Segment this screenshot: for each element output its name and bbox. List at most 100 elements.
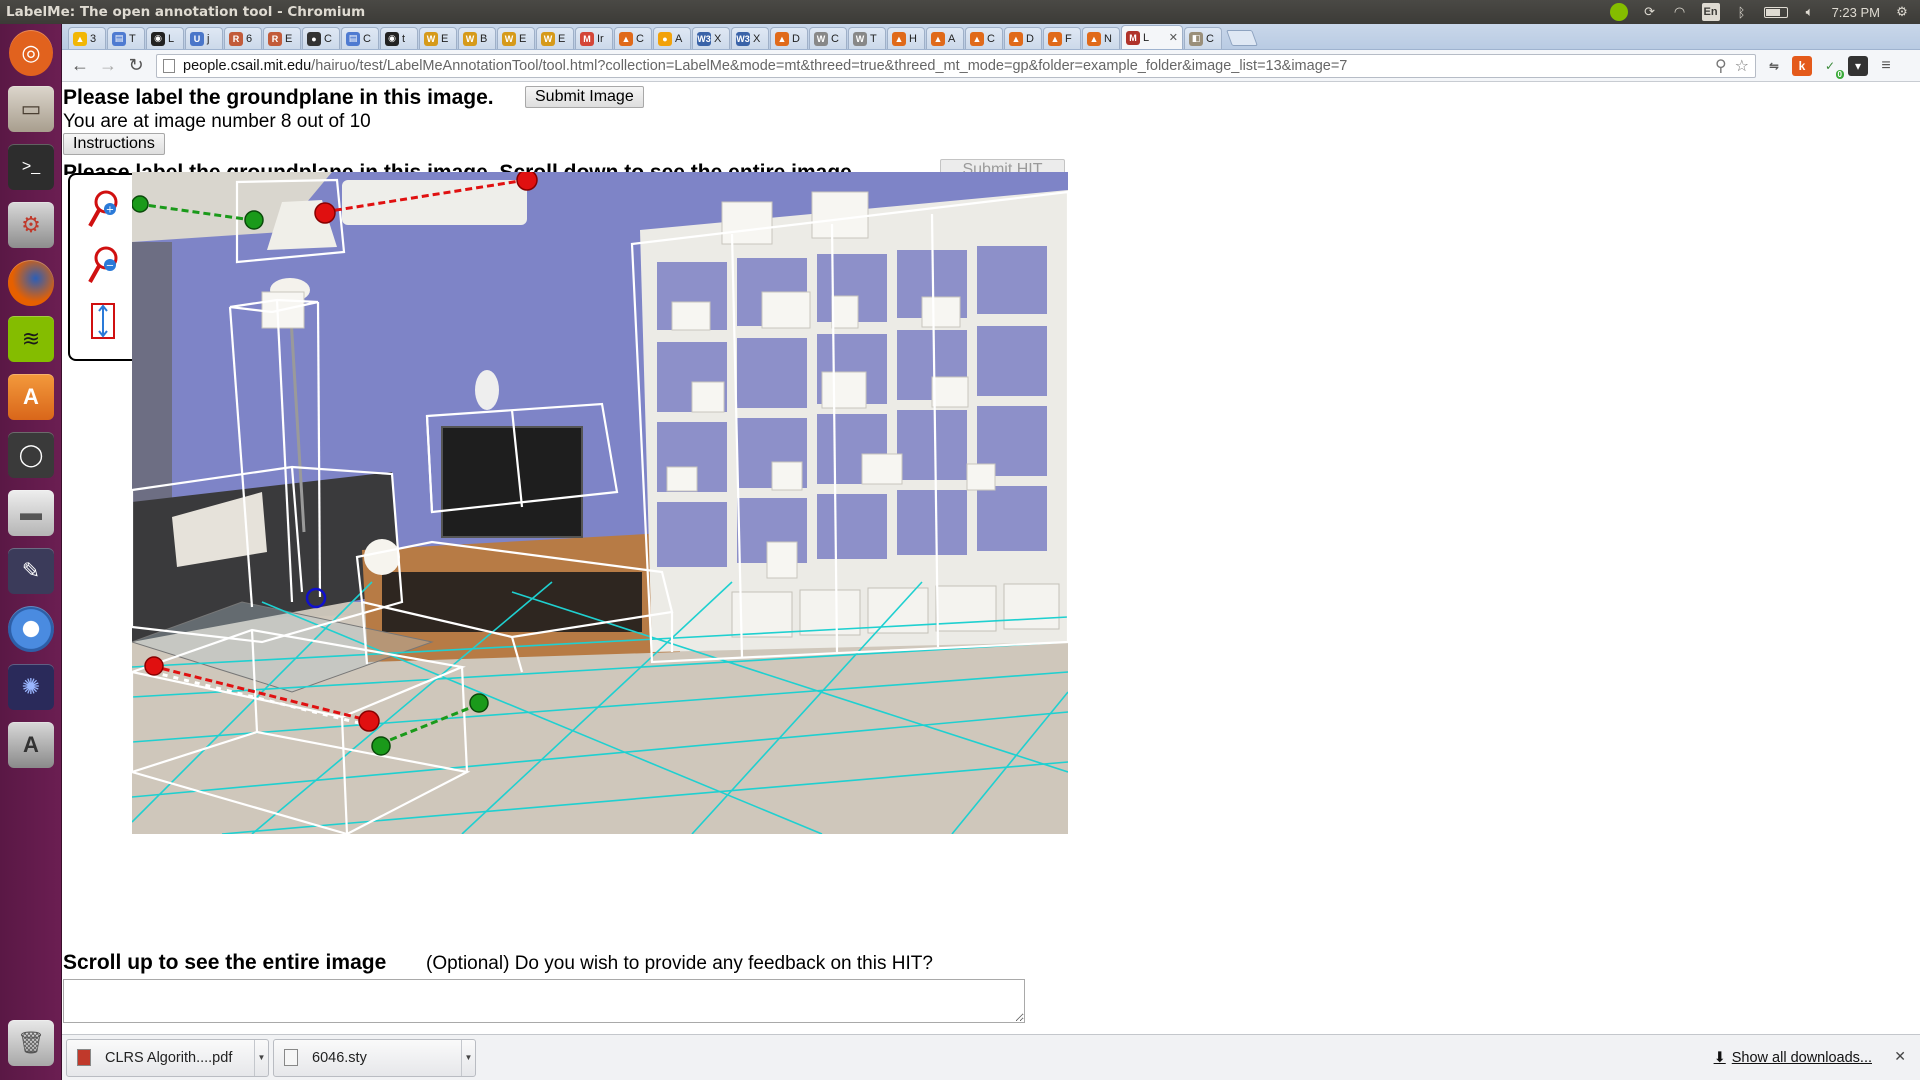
wifi-icon[interactable]: ◠ (1672, 3, 1688, 21)
browser-tab[interactable]: WT (848, 27, 886, 49)
instructions-button[interactable]: Instructions (63, 133, 165, 155)
extension-icon[interactable]: ⇋ (1764, 56, 1784, 76)
tab-favicon-icon: W (424, 31, 438, 46)
chrome-menu-icon[interactable]: ≡ (1876, 56, 1896, 76)
show-all-downloads-link[interactable]: ⬇ Show all downloads... (1714, 1050, 1872, 1066)
extension-badge-icon[interactable]: ✓ 0 (1820, 56, 1844, 79)
browser-tab[interactable]: ▲ D (770, 27, 808, 49)
keyboard-layout-indicator[interactable]: En (1701, 3, 1720, 21)
browser-tab[interactable]: ▤ C (341, 27, 379, 49)
download-item[interactable]: 6046.sty ▼ (273, 1038, 476, 1077)
battery-icon[interactable] (1763, 6, 1788, 18)
pocket-icon[interactable]: ▾ (1848, 55, 1868, 76)
bookmark-star-icon[interactable]: ☆ (1735, 56, 1749, 76)
browser-tab[interactable]: ▲ A (926, 27, 964, 49)
trash-icon[interactable]: 🗑︎ (8, 1020, 54, 1066)
feedback-textarea[interactable] (63, 979, 1025, 1023)
klout-extension-icon[interactable]: k (1792, 55, 1812, 76)
forward-arrow-icon[interactable]: → (94, 52, 122, 80)
zoom-in-icon[interactable]: + (84, 187, 122, 231)
chromium-icon[interactable] (8, 606, 54, 652)
zoom-out-icon[interactable]: − (84, 243, 122, 287)
browser-tab[interactable]: ▲ H (887, 27, 925, 49)
page-content: Please label the groundplane in this ima… (62, 82, 1920, 1034)
spotify-tray-icon[interactable] (1609, 3, 1628, 21)
browser-tab[interactable]: WC (809, 27, 847, 49)
red-control-point[interactable] (144, 656, 164, 676)
tab-close-icon[interactable]: ✕ (1169, 31, 1178, 44)
browser-tab[interactable]: Uj (185, 27, 223, 49)
browser-tab[interactable]: ▲ C (614, 27, 652, 49)
browser-tab[interactable]: R6 (224, 27, 262, 49)
green-control-point[interactable] (132, 195, 149, 213)
reload-icon[interactable]: ↻ (122, 52, 150, 80)
tuxedo-icon[interactable]: ◯ (8, 432, 54, 478)
download-menu-arrow-icon[interactable]: ▼ (461, 1039, 475, 1076)
green-control-point[interactable] (371, 736, 391, 756)
browser-tab[interactable]: ▲ C (965, 27, 1003, 49)
green-control-point[interactable] (244, 210, 264, 230)
annotation-canvas[interactable] (132, 172, 1068, 834)
browser-tab[interactable]: ▲ 3 (68, 27, 106, 49)
firefox-icon[interactable] (8, 260, 54, 306)
files-icon[interactable]: ▭ (8, 86, 54, 132)
browser-tab[interactable]: ◉ t (380, 27, 418, 49)
clock[interactable]: 7:23 PM (1832, 3, 1880, 21)
browser-tab[interactable]: ● A (653, 27, 691, 49)
browser-tab[interactable]: W3 X (692, 27, 730, 49)
browser-tab[interactable]: M Ir (575, 27, 613, 49)
browser-tab[interactable]: WE (419, 27, 457, 49)
drive-icon[interactable]: ▬ (8, 490, 54, 536)
spotify-icon[interactable]: ≋ (8, 316, 54, 362)
tab-favicon-icon: W3 (697, 31, 711, 46)
browser-tab[interactable]: WE (536, 27, 574, 49)
tab-strip: ▲ 3 ▤ T ◉ L Uj R 6 R E ● C ▤ C ◉ t W E W B W E W E M Ir ▲ C ● A W3 X W3 X ▲… (62, 24, 1920, 50)
browser-tab[interactable]: ◉ L (146, 27, 184, 49)
fit-image-icon[interactable] (84, 299, 122, 343)
back-arrow-icon[interactable]: ← (66, 52, 94, 80)
tab-label: Ir (597, 32, 604, 45)
red-control-point[interactable] (314, 202, 336, 224)
browser-tab[interactable]: ▤ T (107, 27, 145, 49)
browser-tab[interactable]: WE (497, 27, 535, 49)
window-title: LabelMe: The open annotation tool - Chro… (6, 4, 366, 20)
system-settings-icon[interactable]: ⚙ (8, 202, 54, 248)
browser-tab[interactable]: ▲ D (1004, 27, 1042, 49)
close-icon[interactable]: ✕ (1894, 1048, 1906, 1065)
browser-tab[interactable]: M L ✕ (1121, 25, 1183, 49)
volume-muted-icon[interactable]: 🔈︎ (1802, 3, 1818, 21)
download-item[interactable]: CLRS Algorith....pdf ▼ (66, 1038, 269, 1077)
bluetooth-icon[interactable]: ᛒ (1734, 3, 1750, 21)
tab-label: A (675, 32, 683, 45)
browser-tab[interactable]: ▲ F (1043, 27, 1081, 49)
browser-tab[interactable]: ◧ C (1184, 27, 1222, 49)
new-tab-button[interactable] (1226, 30, 1258, 46)
tab-favicon-icon: W (814, 31, 828, 46)
software-updater-icon[interactable]: A (8, 722, 54, 768)
tab-label: 3 (90, 32, 97, 45)
extension-badge: 0 (1835, 69, 1844, 79)
green-control-point[interactable] (469, 693, 489, 713)
browser-tab[interactable]: RE (263, 27, 301, 49)
browser-tab[interactable]: W3 X (731, 27, 769, 49)
browser-tab[interactable]: ▲ N (1082, 27, 1120, 49)
address-bar[interactable]: people.csail.mit.edu/hairuo/test/LabelMe… (156, 53, 1756, 78)
zoom-magnifier-icon[interactable]: ⚲ (1715, 56, 1727, 76)
browser-tab[interactable]: WB (458, 27, 496, 49)
terminal-icon[interactable]: >_ (8, 144, 54, 190)
pdf-file-icon (77, 1049, 91, 1066)
svg-text:+: + (106, 205, 114, 216)
download-menu-arrow-icon[interactable]: ▼ (254, 1039, 268, 1076)
submit-image-button[interactable]: Submit Image (525, 86, 644, 108)
software-center-icon[interactable]: A (8, 374, 54, 420)
gear-icon[interactable]: ⚙ (1894, 3, 1910, 21)
file-icon (284, 1049, 298, 1066)
sync-icon[interactable]: ⟳ (1642, 3, 1658, 21)
red-control-point[interactable] (358, 710, 380, 732)
app-icon[interactable]: ✺ (8, 664, 54, 710)
red-control-point[interactable] (516, 172, 538, 191)
air-conditioner (342, 180, 527, 225)
texmaker-icon[interactable]: ✎ (8, 548, 54, 594)
ubuntu-dash-icon[interactable]: ◎ (9, 30, 53, 76)
browser-tab[interactable]: ● C (302, 27, 340, 49)
